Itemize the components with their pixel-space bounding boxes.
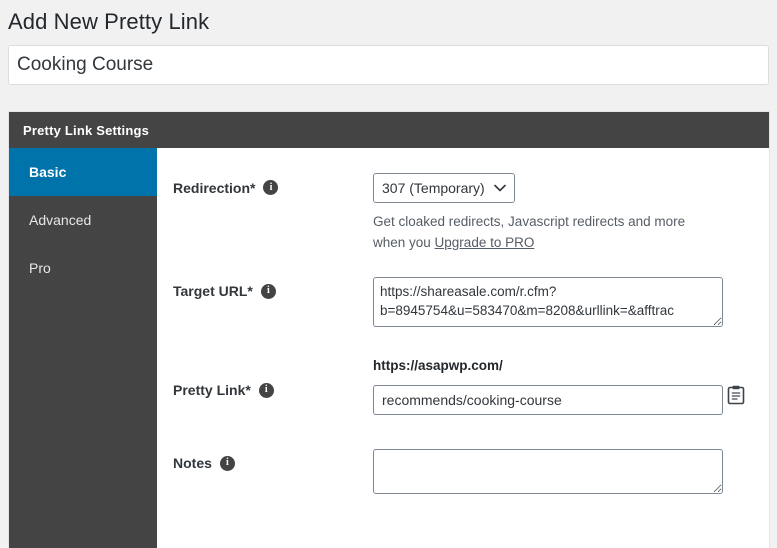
link-title-input[interactable] bbox=[8, 44, 769, 85]
metabox-header-title: Pretty Link Settings bbox=[23, 122, 150, 138]
info-icon[interactable]: i bbox=[258, 382, 274, 398]
field-row-target-url: Target URL* i bbox=[157, 276, 769, 332]
info-icon[interactable]: i bbox=[263, 180, 279, 195]
target-url-textarea[interactable] bbox=[373, 276, 723, 327]
clipboard-icon[interactable] bbox=[727, 385, 745, 405]
redirection-label: Redirection* bbox=[173, 179, 256, 196]
settings-tab-rail: Basic Advanced Pro bbox=[9, 148, 157, 548]
metabox-header: Pretty Link Settings bbox=[9, 112, 769, 148]
target-url-label: Target URL* bbox=[173, 283, 253, 300]
notes-label-group: Notes i bbox=[157, 449, 373, 471]
notes-control bbox=[373, 448, 769, 499]
target-url-control bbox=[373, 276, 769, 332]
pretty-link-settings-metabox: Pretty Link Settings Basic Advanced Pro … bbox=[8, 111, 770, 548]
pretty-link-prefix: https://asapwp.com/ bbox=[373, 357, 503, 373]
info-icon[interactable]: i bbox=[260, 283, 276, 299]
pretty-link-control: https://asapwp.com/ bbox=[373, 358, 769, 415]
field-row-redirection: Redirection* i 307 (Temporary) Get cloak… bbox=[157, 173, 769, 254]
pretty-link-label: Pretty Link* bbox=[173, 382, 251, 399]
redirection-helper-text: Get cloaked redirects, Javascript redire… bbox=[373, 212, 703, 254]
tab-basic-label: Basic bbox=[29, 164, 67, 180]
title-input-container bbox=[0, 41, 777, 85]
tab-pro-label: Pro bbox=[29, 260, 51, 276]
info-icon[interactable]: i bbox=[219, 455, 235, 471]
pretty-link-label-group: Pretty Link* i bbox=[157, 358, 373, 398]
page-title: Add New Pretty Link bbox=[8, 9, 210, 34]
notes-textarea[interactable] bbox=[373, 448, 723, 494]
target-url-label-group: Target URL* i bbox=[157, 277, 373, 299]
tab-advanced-label: Advanced bbox=[29, 212, 92, 228]
redirection-control: 307 (Temporary) Get cloaked redirects, J… bbox=[373, 173, 769, 254]
pretty-link-slug-input[interactable] bbox=[373, 384, 723, 415]
redirection-select[interactable]: 307 (Temporary) bbox=[373, 173, 515, 203]
tab-advanced[interactable]: Advanced bbox=[9, 196, 157, 244]
settings-form-area: Redirection* i 307 (Temporary) Get cloak… bbox=[157, 148, 769, 548]
upgrade-to-pro-link[interactable]: Upgrade to PRO bbox=[435, 235, 535, 250]
redirection-select-wrap: 307 (Temporary) bbox=[373, 173, 515, 203]
metabox-body: Basic Advanced Pro Redirection* i 307 (T… bbox=[9, 148, 769, 548]
redirection-label-group: Redirection* i bbox=[157, 173, 373, 195]
tab-pro[interactable]: Pro bbox=[9, 244, 157, 292]
field-row-notes: Notes i bbox=[157, 448, 769, 499]
field-row-pretty-link: Pretty Link* i https://asapwp.com/ bbox=[157, 358, 769, 415]
notes-label: Notes bbox=[173, 455, 212, 472]
tab-basic[interactable]: Basic bbox=[9, 148, 157, 196]
